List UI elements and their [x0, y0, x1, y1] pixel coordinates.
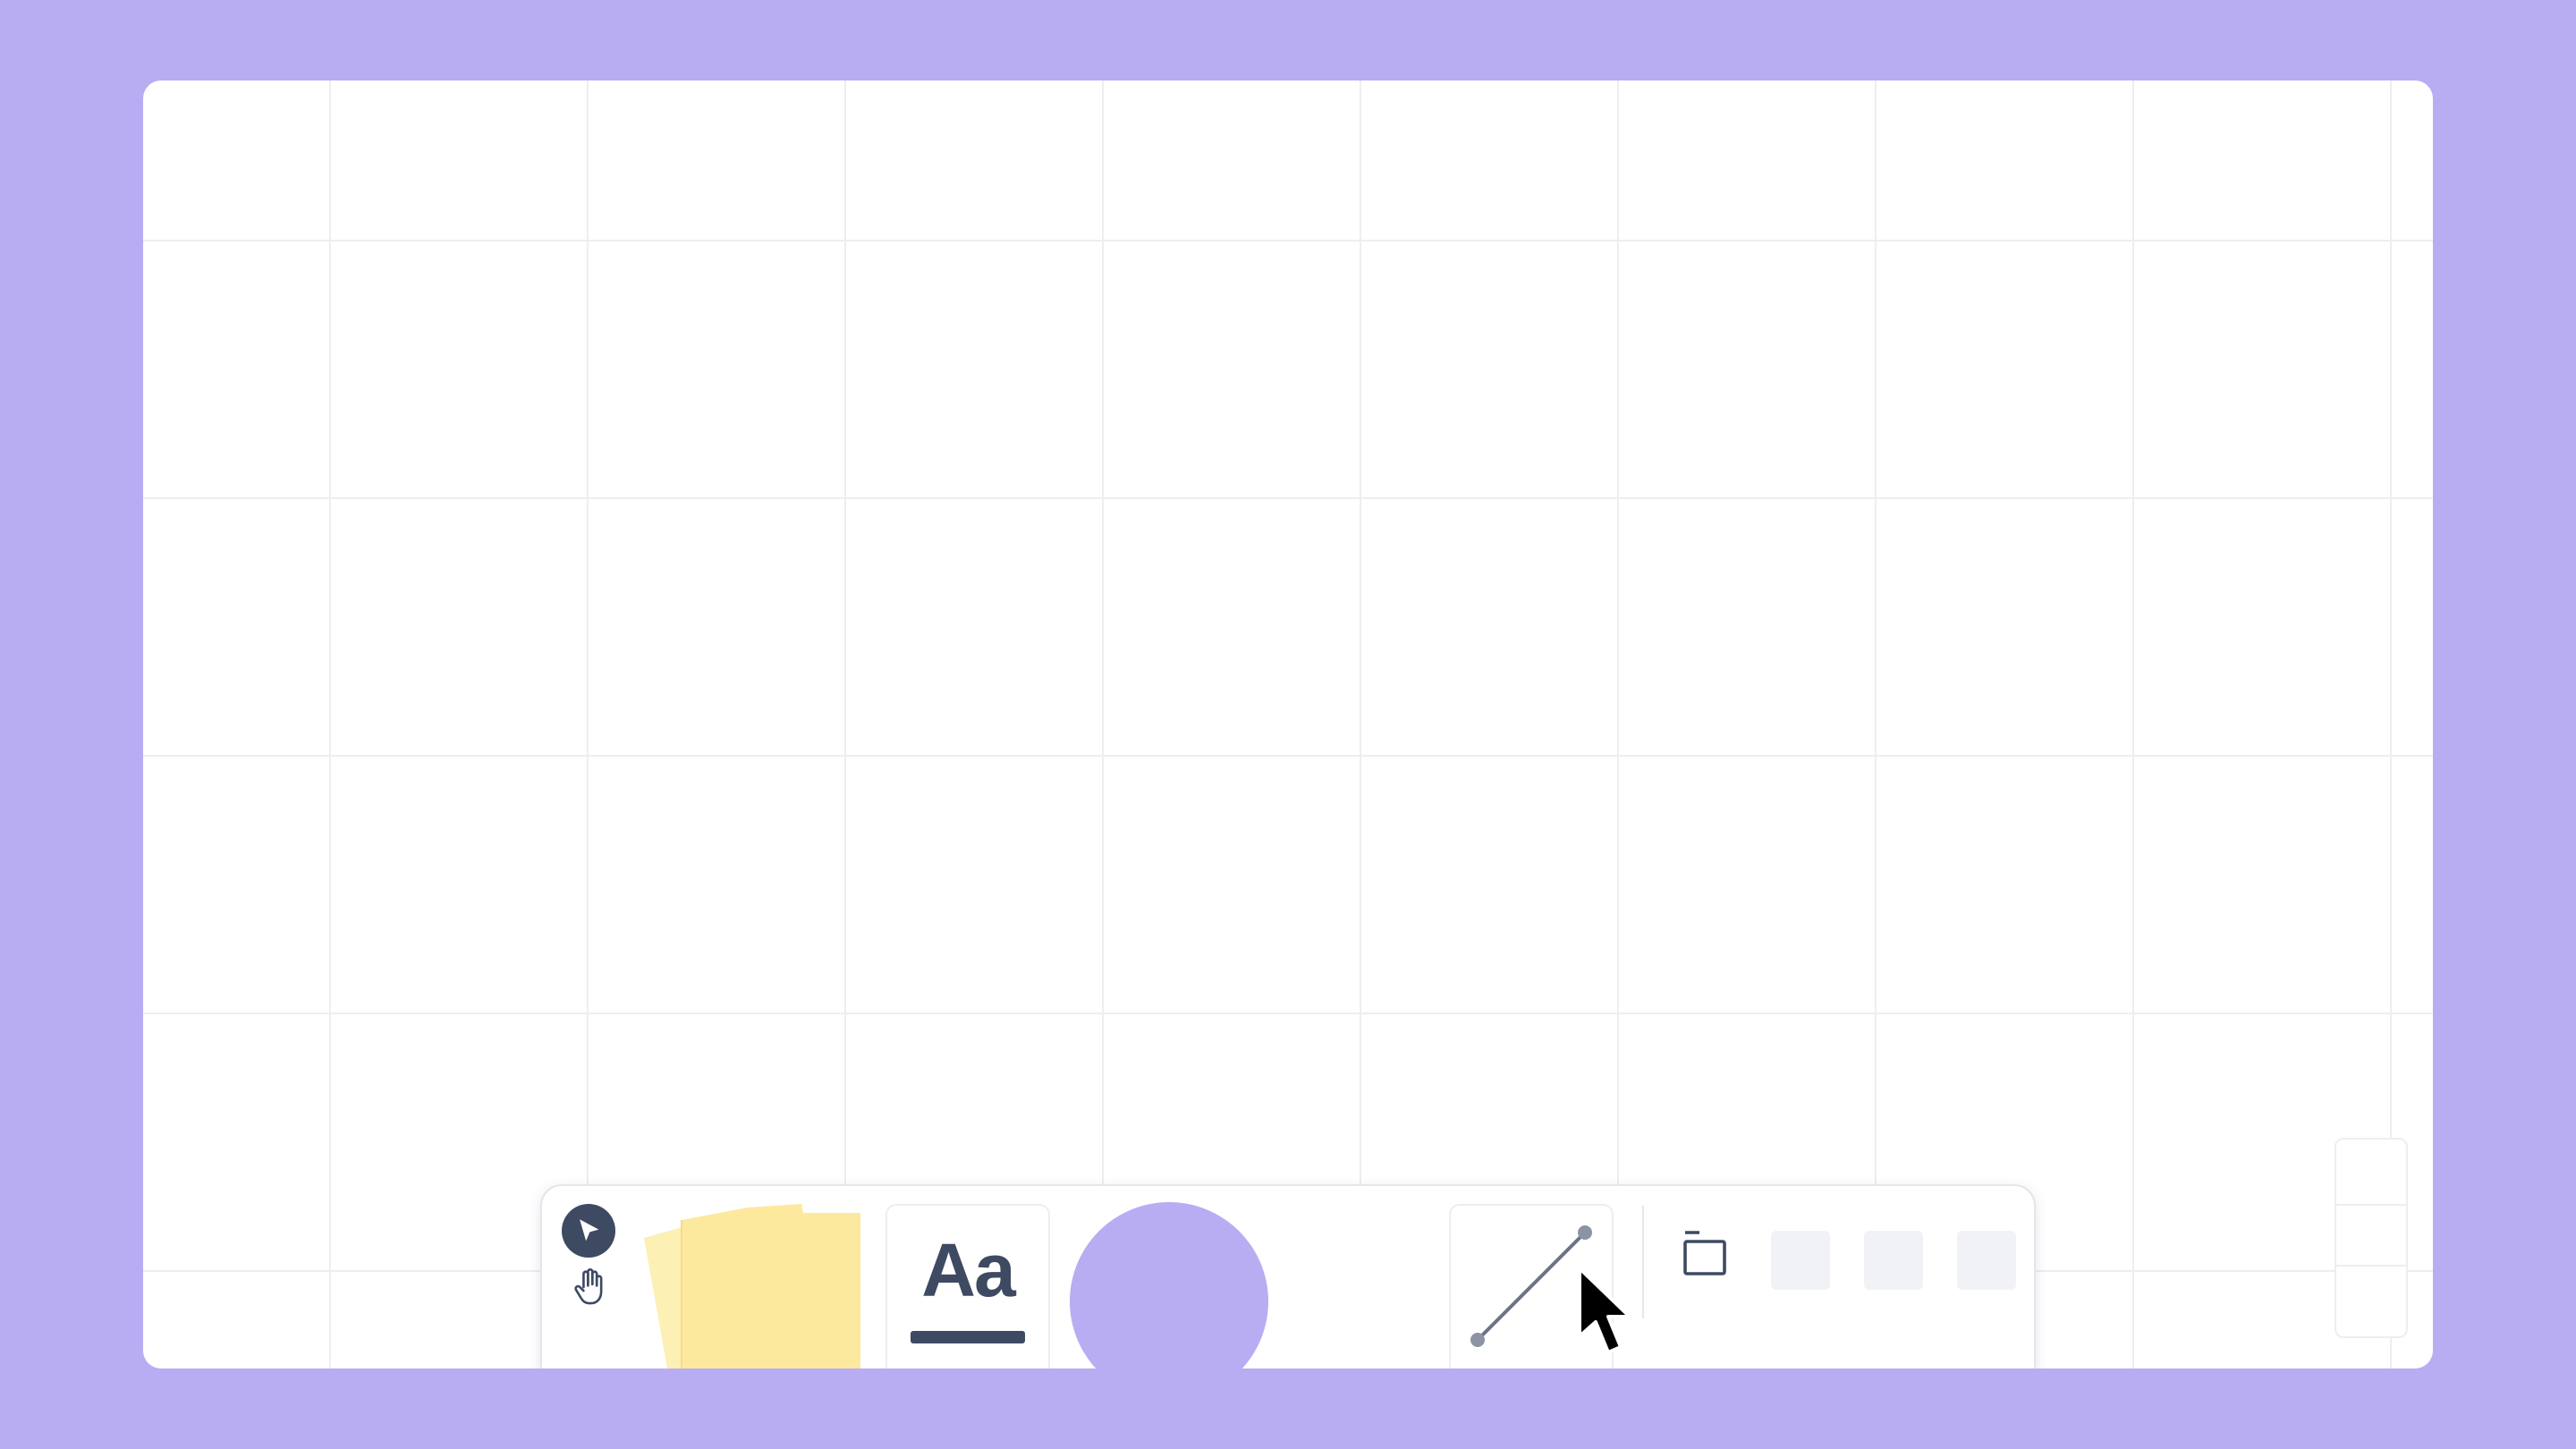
frame-icon	[1683, 1231, 1726, 1275]
panel-separator	[2336, 1204, 2406, 1206]
toolbar-placeholder-2[interactable]	[1864, 1231, 1923, 1290]
text-underline-icon	[911, 1331, 1025, 1343]
panel-separator	[2336, 1265, 2406, 1267]
text-tool-label: Aa	[921, 1228, 1015, 1312]
text-tool[interactable]: Aa	[886, 1204, 1050, 1368]
hand-tool-button[interactable]	[569, 1265, 610, 1309]
hand-icon	[574, 1268, 603, 1305]
sticky-notes-icon	[644, 1204, 860, 1368]
whiteboard-canvas[interactable]: Aa	[143, 80, 2433, 1368]
frame-tool-button[interactable]	[1678, 1225, 1735, 1283]
select-tool-button[interactable]	[562, 1204, 615, 1258]
sticky-note-tool[interactable]	[640, 1195, 864, 1368]
mouse-pointer-icon	[1578, 1267, 1631, 1354]
bottom-toolbar: Aa	[540, 1184, 2036, 1368]
cursor-arrow-icon	[580, 1219, 599, 1241]
shape-tool[interactable]	[1070, 1202, 1268, 1368]
zoom-controls-panel	[2334, 1138, 2408, 1338]
toolbar-placeholder-3[interactable]	[1957, 1231, 2016, 1290]
toolbar-placeholder-1[interactable]	[1771, 1231, 1830, 1290]
toolbar-divider	[1642, 1206, 1644, 1318]
